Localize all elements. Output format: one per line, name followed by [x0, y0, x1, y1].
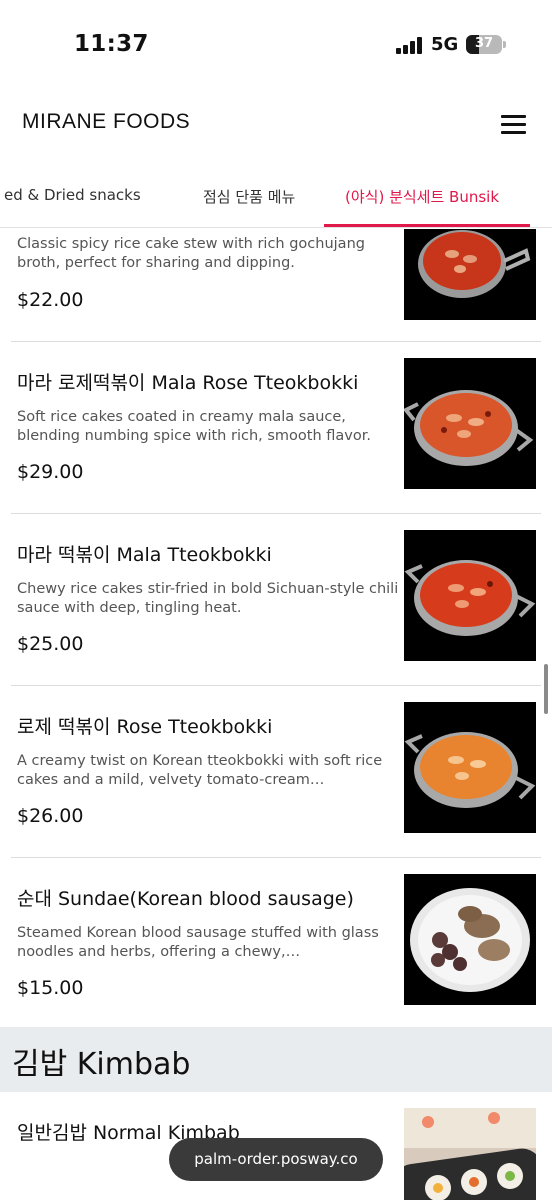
item-photo: [404, 530, 536, 661]
item-photo: [404, 874, 536, 1005]
brand-title: MIRANE FOODS: [22, 110, 191, 133]
item-description: Chewy rice cakes stir-fried in bold Sich…: [17, 581, 399, 616]
status-bar: 11:37 5G 37: [0, 0, 552, 90]
item-price: $25.00: [17, 633, 84, 655]
menu-item[interactable]: 순대 Sundae(Korean blood sausage) Steamed …: [11, 858, 541, 1028]
item-price: $15.00: [17, 977, 84, 999]
network-label: 5G: [431, 34, 459, 55]
status-time: 11:37: [74, 31, 149, 57]
signal-icon: [396, 37, 424, 54]
item-title: 로제 떡볶이 Rose Tteokbokki: [17, 716, 273, 738]
item-description: A creamy twist on Korean tteokbokki with…: [17, 753, 383, 788]
item-description: Soft rice cakes coated in creamy mala sa…: [17, 409, 371, 444]
section-header: 김밥 Kimbab: [0, 1027, 552, 1092]
item-description: Steamed Korean blood sausage stuffed wit…: [17, 925, 379, 960]
hamburger-menu-icon[interactable]: [498, 112, 528, 138]
item-description: Classic spicy rice cake stew with rich g…: [17, 236, 365, 271]
item-photo: [404, 1108, 536, 1200]
item-price: $22.00: [17, 289, 84, 311]
item-photo: [404, 229, 536, 320]
app-header: MIRANE FOODS: [0, 90, 552, 160]
item-photo: [404, 702, 536, 833]
menu-item[interactable]: 마라 떡볶이 Mala Tteokbokki Chewy rice cakes …: [11, 514, 541, 686]
category-tabs: ed & Dried snacks 점심 단품 메뉴 (야식) 분식세트 Bun…: [0, 170, 552, 228]
section-title: 김밥 Kimbab: [12, 1047, 191, 1082]
tab-bunsik-set[interactable]: (야식) 분식세트 Bunsik: [345, 186, 499, 207]
item-title: 순대 Sundae(Korean blood sausage): [17, 888, 354, 910]
menu-item[interactable]: Classic spicy rice cake stew with rich g…: [11, 229, 541, 342]
tab-lunch-menu[interactable]: 점심 단품 메뉴: [203, 186, 295, 207]
item-price: $29.00: [17, 461, 84, 483]
item-price: $26.00: [17, 805, 84, 827]
battery-level: 37: [474, 36, 494, 51]
tab-dried-snacks[interactable]: ed & Dried snacks: [4, 186, 141, 204]
item-photo: [404, 358, 536, 489]
active-tab-indicator: [324, 224, 530, 227]
menu-item[interactable]: 마라 로제떡볶이 Mala Rose Tteokbokki Soft rice …: [11, 342, 541, 514]
battery-nub: [503, 41, 506, 48]
item-title: 마라 로제떡볶이 Mala Rose Tteokbokki: [17, 372, 359, 394]
menu-item[interactable]: 로제 떡볶이 Rose Tteokbokki A creamy twist on…: [11, 686, 541, 858]
battery-icon: 37: [466, 35, 502, 54]
item-title: 마라 떡볶이 Mala Tteokbokki: [17, 544, 272, 566]
url-pill[interactable]: palm-order.posway.co: [169, 1138, 383, 1181]
scroll-indicator[interactable]: [544, 664, 548, 714]
menu-list: Classic spicy rice cake stew with rich g…: [0, 229, 552, 1200]
